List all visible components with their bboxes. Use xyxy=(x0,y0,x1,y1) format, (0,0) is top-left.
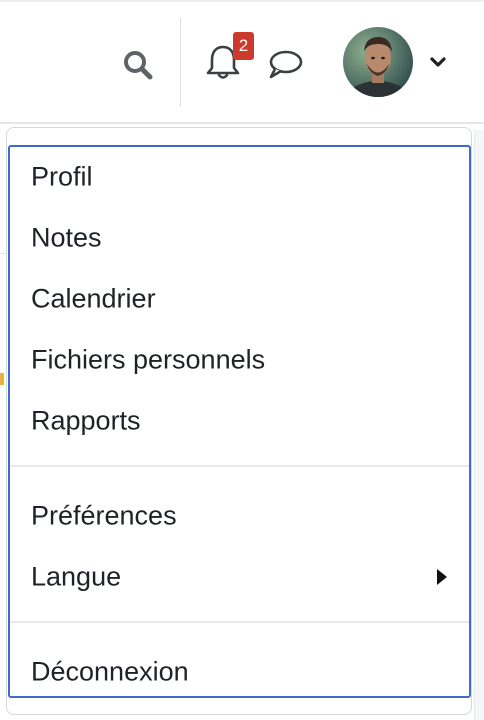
menu-item-profile[interactable]: Profil xyxy=(10,149,469,205)
menu-item-logout[interactable]: Déconnexion xyxy=(10,644,469,700)
notification-count-badge: 2 xyxy=(233,32,254,60)
menu-item-label: Profil xyxy=(31,161,93,192)
search-icon[interactable] xyxy=(122,49,154,81)
navbar-divider xyxy=(180,18,181,106)
menu-item-language[interactable]: Langue xyxy=(10,549,469,605)
menu-item-reports[interactable]: Rapports xyxy=(10,393,469,449)
background-panel-edge xyxy=(474,130,484,720)
user-avatar[interactable] xyxy=(343,27,413,97)
menu-item-preferences[interactable]: Préférences xyxy=(10,488,469,544)
menu-item-label: Préférences xyxy=(31,500,177,531)
menu-divider xyxy=(10,465,469,467)
menu-divider xyxy=(10,621,469,623)
menu-item-label: Calendrier xyxy=(31,283,156,314)
menu-item-label: Notes xyxy=(31,222,102,253)
navbar-top-border xyxy=(0,0,484,2)
menu-item-label: Fichiers personnels xyxy=(31,344,266,375)
chat-icon[interactable] xyxy=(266,47,304,81)
menu-item-private-files[interactable]: Fichiers personnels xyxy=(10,332,469,388)
menu-item-notes[interactable]: Notes xyxy=(10,210,469,266)
top-navbar: 2 xyxy=(0,0,484,124)
user-menu: Profil Notes Calendrier Fichiers personn… xyxy=(8,145,471,698)
menu-item-label: Rapports xyxy=(31,405,141,436)
caret-right-icon xyxy=(436,568,448,586)
chevron-down-icon[interactable] xyxy=(428,54,448,70)
menu-item-label: Déconnexion xyxy=(31,656,189,687)
menu-item-calendar[interactable]: Calendrier xyxy=(10,271,469,327)
background-accent xyxy=(0,373,4,385)
menu-item-label: Langue xyxy=(31,561,122,592)
